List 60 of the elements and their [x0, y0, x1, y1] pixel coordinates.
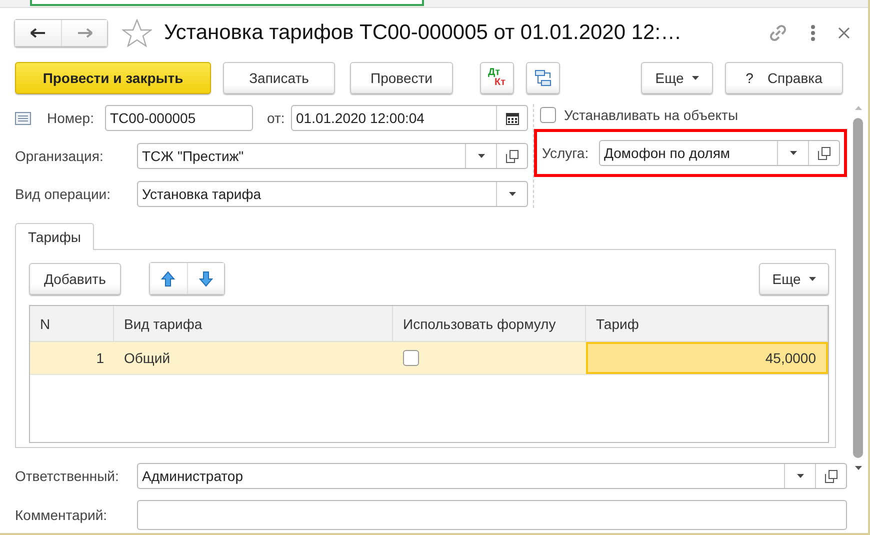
column-header[interactable]: Тариф: [586, 306, 828, 341]
post-and-close-button[interactable]: Провести и закрыть: [15, 62, 211, 94]
operation-field[interactable]: Установка тарифа: [137, 181, 528, 207]
link-icon[interactable]: [768, 23, 788, 43]
field-label: Вид операции:: [15, 186, 112, 202]
organization-field[interactable]: ТСЖ "Престиж": [137, 143, 528, 169]
help-button[interactable]: ? Справка: [725, 62, 843, 94]
structure-button[interactable]: [526, 62, 560, 94]
field-label: Услуга:: [542, 145, 590, 161]
add-button[interactable]: Добавить: [29, 262, 121, 294]
field-label: от:: [267, 110, 286, 126]
scroll-down-icon[interactable]: [854, 466, 862, 470]
up-arrow-icon: [161, 270, 176, 286]
dropdown-icon[interactable]: [796, 474, 804, 478]
field-label: Комментарий:: [15, 507, 108, 523]
table-cell-text: 1: [95, 349, 105, 368]
tab[interactable]: Тарифы: [15, 223, 94, 250]
column-header[interactable]: Вид тарифа: [114, 306, 393, 341]
responsible-field[interactable]: Администратор: [137, 463, 847, 489]
window-title: Установка тарифов ТС00-000005 от 01.01.2020 12:…: [164, 21, 682, 45]
hierarchy-icon: [534, 69, 552, 87]
more-menu-button[interactable]: Еще: [641, 62, 713, 94]
move-down-button[interactable]: [186, 263, 224, 294]
column-header[interactable]: N: [30, 306, 114, 341]
checkbox-label: Устанавливать на объекты: [564, 107, 738, 123]
number-field[interactable]: ТС00-000005: [105, 105, 253, 131]
checkbox[interactable]: [403, 350, 419, 366]
service-field[interactable]: Домофон по долям: [599, 140, 840, 166]
down-arrow-icon: [198, 270, 213, 286]
open-icon[interactable]: [506, 150, 518, 162]
field-label: Ответственный:: [15, 468, 120, 484]
calendar-icon[interactable]: [506, 112, 518, 124]
toolbar-button[interactable]: Провести: [350, 62, 453, 94]
back-arrow-icon: [30, 28, 46, 38]
date-field[interactable]: 01.01.2020 12:00:04: [291, 105, 528, 131]
toolbar-button[interactable]: Записать: [223, 62, 335, 94]
move-up-button[interactable]: [150, 263, 187, 294]
close-icon[interactable]: [838, 27, 850, 39]
field-label: Номер:: [47, 110, 95, 126]
dropdown-icon[interactable]: [508, 192, 516, 196]
dropdown-icon[interactable]: [478, 154, 484, 158]
debit-credit-button[interactable]: Дт Кт: [480, 62, 514, 94]
checkbox[interactable]: [540, 107, 556, 123]
field-label: Организация:: [15, 148, 104, 164]
column-header[interactable]: Использовать формулу: [393, 306, 586, 341]
more-menu-button[interactable]: Еще: [759, 262, 829, 294]
forward-arrow-icon: [76, 28, 92, 38]
open-icon[interactable]: [824, 470, 838, 482]
dropdown-icon[interactable]: [790, 151, 796, 155]
open-icon[interactable]: [818, 146, 830, 160]
comment-field[interactable]: [137, 500, 847, 530]
table-row[interactable]: 1 Общий 45,0000: [30, 342, 828, 375]
caret-icon: [692, 76, 699, 80]
star-icon[interactable]: [122, 19, 152, 47]
table-cell[interactable]: 45,0000: [586, 342, 828, 374]
document-icon: [15, 112, 31, 124]
caret-icon: [808, 276, 816, 280]
more-icon[interactable]: [810, 24, 816, 42]
back-button[interactable]: [15, 20, 61, 46]
table-cell-text: Общий: [123, 349, 172, 368]
